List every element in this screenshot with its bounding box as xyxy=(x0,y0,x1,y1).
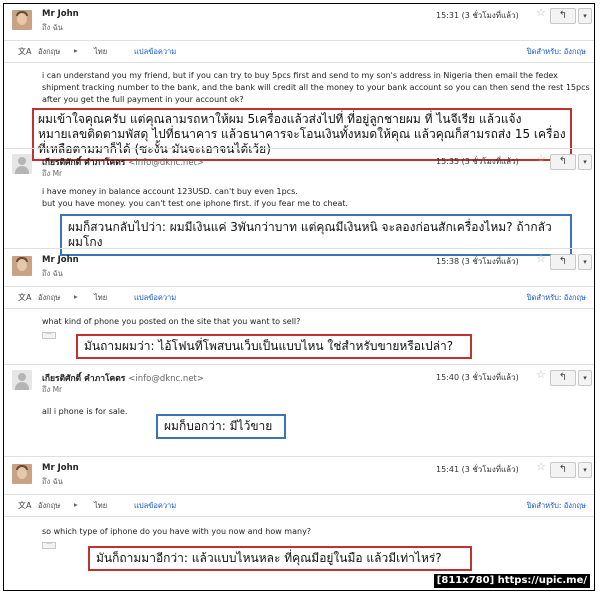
sender-name[interactable]: Mr John xyxy=(42,463,79,473)
translate-message-link[interactable]: แปลข้อความ xyxy=(134,500,176,512)
sender-name[interactable]: Mr John xyxy=(42,9,79,19)
message-body: so which type of iphone do you have with… xyxy=(42,527,312,536)
message-body: what kind of phone you posted on the sit… xyxy=(42,317,301,326)
source-language-select[interactable]: อังกฤษ xyxy=(38,500,60,512)
translate-bar: 文A อังกฤษ ▸ ไทย แปลข้อความ ปิดสำหรับ: อั… xyxy=(10,291,588,305)
sender-email: <info@dknc.net> xyxy=(128,158,204,168)
target-language-select[interactable]: ไทย xyxy=(94,46,107,58)
translate-message-link[interactable]: แปลข้อความ xyxy=(134,292,176,304)
translate-bar: 文A อังกฤษ ▸ ไทย แปลข้อความ ปิดสำหรับ: อั… xyxy=(10,45,588,59)
turn-off-translation-link[interactable]: ปิดสำหรับ: อังกฤษ xyxy=(527,500,586,512)
message-time: 15:40 (3 ชั่วโมงที่แล้ว) xyxy=(436,373,519,382)
reply-button[interactable]: ↰ xyxy=(550,370,576,386)
sender-email: <info@dknc.net> xyxy=(128,374,204,384)
annotation-box: มันก็ถามมาอีกว่า: แล้วแบบไหนหละ ที่คุณมี… xyxy=(88,546,472,571)
reply-button[interactable]: ↰ xyxy=(550,254,576,270)
message-body: all i phone is for sale. xyxy=(42,407,128,416)
more-options-button[interactable]: ▾ xyxy=(578,462,592,478)
star-icon[interactable]: ☆ xyxy=(536,252,546,265)
arrow-icon: ▸ xyxy=(74,46,78,55)
reply-button[interactable]: ↰ xyxy=(550,462,576,478)
star-icon[interactable]: ☆ xyxy=(536,368,546,381)
more-options-button[interactable]: ▾ xyxy=(578,8,592,24)
translate-bar: 文A อังกฤษ ▸ ไทย แปลข้อความ ปิดสำหรับ: อั… xyxy=(10,499,588,513)
sender-name[interactable]: Mr John xyxy=(42,255,79,265)
more-options-button[interactable]: ▾ xyxy=(578,370,592,386)
target-language-select[interactable]: ไทย xyxy=(94,292,107,304)
source-language-select[interactable]: อังกฤษ xyxy=(38,46,60,58)
sender-name[interactable]: เกียรติศักดิ์ คำภาโคตร <info@dknc.net> xyxy=(42,371,204,385)
message-2[interactable]: เกียรติศักดิ์ คำภาโคตร <info@dknc.net> ถ… xyxy=(4,150,594,256)
message-body: i have money in balance account 123USD. … xyxy=(42,187,349,208)
recipient-label[interactable]: ถึง ฉัน xyxy=(42,22,63,34)
star-icon[interactable]: ☆ xyxy=(536,460,546,473)
more-options-button[interactable]: ▾ xyxy=(578,154,592,170)
recipient-label[interactable]: ถึง Mr xyxy=(42,168,62,180)
translate-icon: 文A xyxy=(18,501,32,510)
watermark: [811x780] https://upic.me/ xyxy=(433,574,590,588)
target-language-select[interactable]: ไทย xyxy=(94,500,107,512)
message-time: 15:31 (3 ชั่วโมงที่แล้ว) xyxy=(436,11,519,20)
message-time: 15:35 (3 ชั่วโมงที่แล้ว) xyxy=(436,157,519,166)
message-1[interactable]: Mr John ถึง ฉัน 15:31 (3 ชั่วโมงที่แล้ว)… xyxy=(4,4,594,161)
recipient-label[interactable]: ถึง Mr xyxy=(42,384,62,396)
email-thread: Mr John ถึง ฉัน 15:31 (3 ชั่วโมงที่แล้ว)… xyxy=(3,3,595,591)
more-options-button[interactable]: ▾ xyxy=(578,254,592,270)
recipient-label[interactable]: ถึง ฉัน xyxy=(42,476,63,488)
turn-off-translation-link[interactable]: ปิดสำหรับ: อังกฤษ xyxy=(527,46,586,58)
star-icon[interactable]: ☆ xyxy=(536,6,546,19)
sender-avatar xyxy=(12,464,32,484)
message-time: 15:41 (3 ชั่วโมงที่แล้ว) xyxy=(436,465,519,474)
reply-button[interactable]: ↰ xyxy=(550,154,576,170)
recipient-label[interactable]: ถึง ฉัน xyxy=(42,268,63,280)
sender-name[interactable]: เกียรติศักดิ์ คำภาโคตร <info@dknc.net> xyxy=(42,155,204,169)
message-3[interactable]: Mr John ถึง ฉัน 15:38 (3 ชั่วโมงที่แล้ว)… xyxy=(4,250,594,366)
sender-avatar xyxy=(12,154,32,174)
turn-off-translation-link[interactable]: ปิดสำหรับ: อังกฤษ xyxy=(527,292,586,304)
star-icon[interactable]: ☆ xyxy=(536,152,546,165)
sender-avatar xyxy=(12,370,32,390)
message-5[interactable]: Mr John ถึง ฉัน 15:41 (3 ชั่วโมงที่แล้ว)… xyxy=(4,458,594,590)
sender-avatar xyxy=(12,256,32,276)
arrow-icon: ▸ xyxy=(74,292,78,301)
sender-avatar xyxy=(12,10,32,30)
show-trimmed-content-button[interactable]: ··· xyxy=(42,332,56,339)
translate-icon: 文A xyxy=(18,293,32,302)
translate-icon: 文A xyxy=(18,47,32,56)
message-body: i can understand you my friend, but if y… xyxy=(42,71,590,104)
annotation-box: ผมก็บอกว่า: มีไว้ขาย xyxy=(156,414,286,439)
message-time: 15:38 (3 ชั่วโมงที่แล้ว) xyxy=(436,257,519,266)
source-language-select[interactable]: อังกฤษ xyxy=(38,292,60,304)
message-4[interactable]: เกียรติศักดิ์ คำภาโคตร <info@dknc.net> ถ… xyxy=(4,366,594,456)
show-trimmed-content-button[interactable]: ··· xyxy=(42,542,56,549)
reply-button[interactable]: ↰ xyxy=(550,8,576,24)
translate-message-link[interactable]: แปลข้อความ xyxy=(134,46,176,58)
arrow-icon: ▸ xyxy=(74,500,78,509)
annotation-box: มันถามผมว่า: ไอ้โฟนที่โพสบนเว็บเป็นแบบไห… xyxy=(76,334,472,359)
